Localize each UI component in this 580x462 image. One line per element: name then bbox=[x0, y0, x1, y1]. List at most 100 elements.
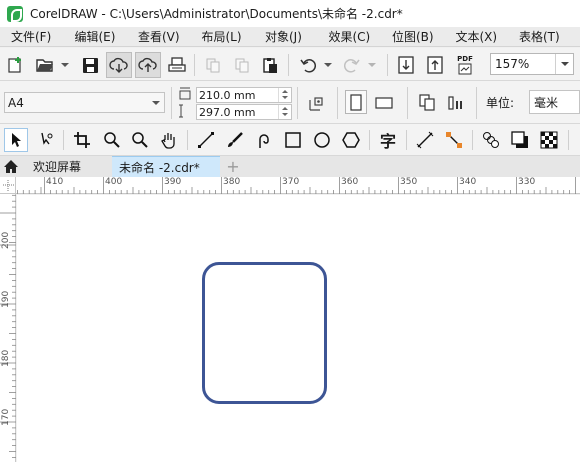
menu-layout[interactable]: 布局(L) bbox=[191, 28, 255, 45]
page-height-input[interactable]: 297.0 mm bbox=[196, 104, 292, 120]
zoom-tool-icon[interactable] bbox=[100, 129, 124, 151]
ruler-label-180: 180 bbox=[1, 349, 11, 367]
cloud-upload-icon[interactable] bbox=[135, 52, 161, 78]
ruler-label-380: 380 bbox=[223, 177, 241, 187]
redo-dropdown-caret[interactable] bbox=[368, 63, 376, 67]
toolbar-separator bbox=[171, 87, 172, 119]
page-height-value: 297.0 mm bbox=[199, 105, 256, 119]
current-page-icon[interactable] bbox=[445, 91, 467, 113]
ruler-label-350: 350 bbox=[400, 177, 418, 187]
rectangle-tool-icon[interactable] bbox=[281, 129, 305, 151]
menu-table[interactable]: 表格(T) bbox=[508, 28, 572, 45]
coreldraw-logo-icon bbox=[7, 5, 23, 22]
height-icon bbox=[177, 103, 193, 119]
transparency-icon[interactable] bbox=[537, 129, 561, 151]
redo-icon[interactable] bbox=[342, 55, 362, 75]
menu-view[interactable]: 查看(V) bbox=[127, 28, 191, 45]
page-height-spinner[interactable] bbox=[278, 105, 291, 119]
drop-shadow-icon[interactable] bbox=[508, 129, 532, 151]
open-icon[interactable] bbox=[34, 55, 56, 75]
tab-document[interactable]: 未命名 -2.cdr* bbox=[112, 156, 220, 177]
import-icon[interactable] bbox=[396, 54, 416, 76]
toolbar-separator bbox=[472, 130, 473, 150]
publish-pdf-icon[interactable]: PDF bbox=[453, 53, 477, 77]
page-layout-icon[interactable] bbox=[306, 92, 328, 114]
ruler-label-340: 340 bbox=[459, 177, 477, 187]
menu-edit[interactable]: 编辑(E) bbox=[64, 28, 128, 45]
pen-tool-icon[interactable] bbox=[252, 129, 276, 151]
landscape-orientation-icon[interactable] bbox=[372, 92, 396, 114]
zoom-level-combobox[interactable]: 157% bbox=[490, 53, 574, 75]
toolbar-separator bbox=[187, 130, 188, 150]
paste-icon[interactable] bbox=[260, 55, 280, 75]
text-tool-icon[interactable]: 字 bbox=[376, 128, 400, 152]
ruler-label-200: 200 bbox=[1, 231, 11, 249]
units-label: 单位: bbox=[486, 96, 515, 110]
undo-dropdown-caret[interactable] bbox=[324, 63, 332, 67]
page-width-value: 210.0 mm bbox=[199, 88, 256, 102]
page-width-input[interactable]: 210.0 mm bbox=[196, 87, 292, 103]
title-bar: CorelDRAW - C:\Users\Administrator\Docum… bbox=[0, 0, 580, 27]
tab-document-label: 未命名 -2.cdr* bbox=[119, 160, 200, 175]
menu-object[interactable]: 对象(J) bbox=[254, 28, 318, 45]
toolbar-separator bbox=[407, 87, 408, 119]
toolbar-separator bbox=[387, 54, 388, 76]
zoom-out-tool-icon[interactable] bbox=[128, 129, 152, 151]
print-icon[interactable] bbox=[166, 55, 188, 75]
cut-icon[interactable] bbox=[203, 55, 223, 75]
document-tab-bar: 欢迎屏幕 未命名 -2.cdr* + bbox=[0, 156, 580, 177]
zoom-level-value: 157% bbox=[495, 57, 530, 71]
vertical-ruler[interactable]: 200 190 180 170 bbox=[0, 194, 16, 462]
open-dropdown-caret[interactable] bbox=[61, 63, 69, 67]
ruler-origin-corner[interactable] bbox=[0, 177, 16, 194]
page-size-value: A4 bbox=[8, 95, 24, 110]
pan-tool-icon[interactable] bbox=[157, 129, 181, 151]
page-size-select[interactable]: A4 bbox=[4, 92, 165, 113]
menu-bitmaps[interactable]: 位图(B) bbox=[381, 28, 445, 45]
ellipse-tool-icon[interactable] bbox=[310, 129, 334, 151]
blend-tool-icon[interactable] bbox=[479, 129, 503, 151]
save-icon[interactable] bbox=[80, 55, 100, 75]
polygon-tool-icon[interactable] bbox=[339, 129, 363, 151]
cloud-download-icon[interactable] bbox=[106, 52, 132, 78]
drawing-canvas[interactable] bbox=[17, 195, 580, 462]
pick-tool-icon[interactable] bbox=[4, 128, 28, 152]
horizontal-ruler[interactable]: 410 400 390 380 370 360 350 340 330 bbox=[16, 177, 580, 194]
ruler-label-390: 390 bbox=[164, 177, 182, 187]
crop-tool-icon[interactable] bbox=[70, 129, 94, 151]
page-size-dropdown-caret[interactable] bbox=[152, 101, 160, 105]
portrait-orientation-icon[interactable] bbox=[345, 90, 367, 114]
menu-effects[interactable]: 效果(C) bbox=[318, 28, 382, 45]
toolbar-separator bbox=[63, 130, 64, 150]
rounded-rectangle-shape[interactable] bbox=[202, 262, 327, 404]
menu-file[interactable]: 文件(F) bbox=[0, 28, 64, 45]
add-tab-button[interactable]: + bbox=[222, 156, 244, 177]
menu-text[interactable]: 文本(X) bbox=[445, 28, 509, 45]
dimension-tool-icon[interactable] bbox=[413, 129, 437, 151]
ruler-label-190: 190 bbox=[1, 290, 11, 308]
artistic-media-icon[interactable] bbox=[223, 129, 247, 151]
connector-tool-icon[interactable] bbox=[442, 129, 466, 151]
property-bar: A4 210.0 mm 297.0 mm 单位: 毫米 bbox=[0, 81, 580, 124]
ruler-label-170: 170 bbox=[1, 408, 11, 426]
home-icon bbox=[1, 159, 21, 174]
shape-tool-icon[interactable] bbox=[34, 129, 58, 151]
units-select[interactable]: 毫米 bbox=[529, 90, 580, 114]
units-value: 毫米 bbox=[534, 95, 559, 110]
toolbar-separator bbox=[297, 87, 298, 119]
ruler-origin-icon bbox=[3, 180, 14, 191]
ruler-label-400: 400 bbox=[105, 177, 123, 187]
freehand-tool-icon[interactable] bbox=[194, 129, 218, 151]
tab-welcome-screen[interactable]: 欢迎屏幕 bbox=[0, 156, 112, 177]
undo-icon[interactable] bbox=[298, 55, 318, 75]
zoom-dropdown-button[interactable] bbox=[555, 54, 573, 74]
standard-toolbar: PDF 157% bbox=[0, 48, 580, 81]
new-document-icon[interactable] bbox=[5, 55, 27, 75]
page-width-spinner[interactable] bbox=[278, 88, 291, 102]
toolbar-separator bbox=[194, 54, 195, 76]
all-pages-icon[interactable] bbox=[416, 91, 438, 113]
toolbar-separator bbox=[476, 87, 477, 119]
tab-welcome-label: 欢迎屏幕 bbox=[33, 160, 82, 174]
copy-icon[interactable] bbox=[232, 55, 252, 75]
export-icon[interactable] bbox=[425, 54, 445, 76]
